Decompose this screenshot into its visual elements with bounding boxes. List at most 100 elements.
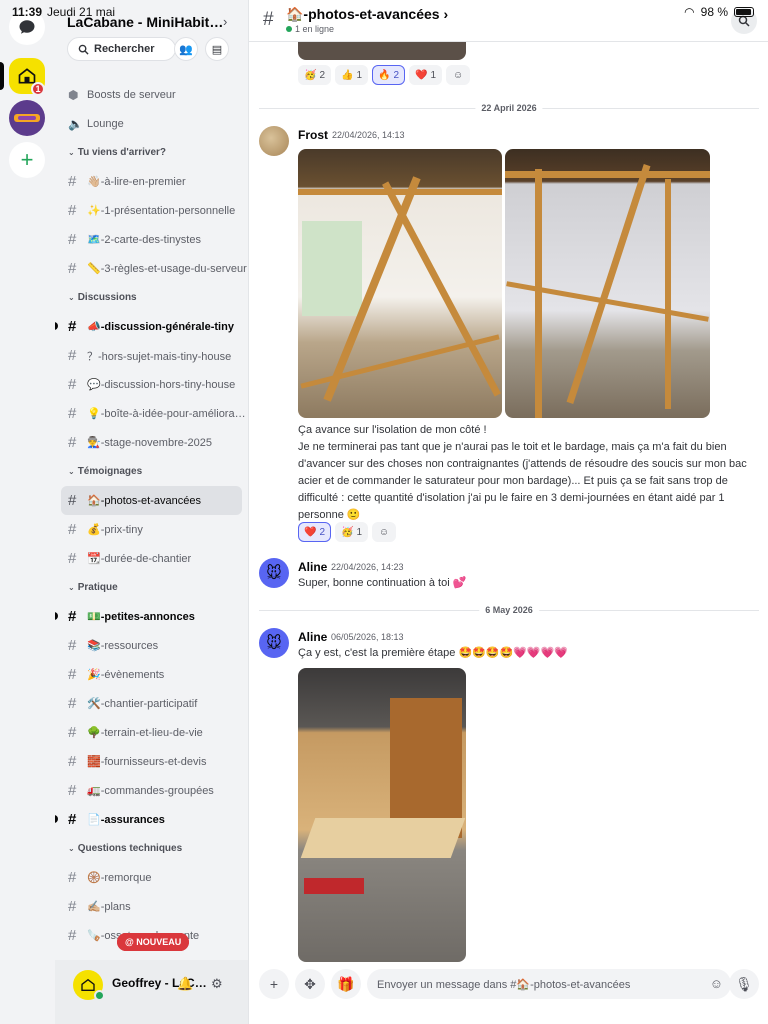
attachment-image[interactable] xyxy=(298,668,466,962)
channel-label: ✍🏼-plans xyxy=(87,901,131,913)
photo-tiny-house xyxy=(390,698,462,838)
avatar[interactable]: 🐭 xyxy=(259,628,289,658)
server-second[interactable] xyxy=(9,100,45,136)
category-header[interactable]: ⌄ Pratique xyxy=(55,573,248,602)
reaction-count: 2 xyxy=(393,69,400,81)
reaction-emoji: 🥳 xyxy=(304,69,317,81)
avatar[interactable]: 🐭 xyxy=(259,558,289,588)
voice-channel-lounge[interactable]: 🔈 Lounge xyxy=(55,109,248,138)
message-author[interactable]: Frost xyxy=(298,128,328,142)
reaction-count: 1 xyxy=(356,69,363,81)
hashtag-icon: # xyxy=(68,782,77,799)
photo-beam xyxy=(566,164,651,404)
hashtag-icon: # xyxy=(68,724,77,741)
channel-item[interactable]: # 🗺️-2-carte-des-tinystes xyxy=(55,225,248,254)
server-rail: 1 + xyxy=(0,0,55,1024)
photo-beam xyxy=(298,189,502,195)
server-boosts-label: Boosts de serveur xyxy=(87,88,176,101)
bell-icon[interactable]: 🔔 xyxy=(177,976,193,992)
channel-item[interactable]: # ✨-1-présentation-personnelle xyxy=(55,196,248,225)
add-server-button[interactable]: + xyxy=(9,142,45,178)
message-composer: + ✥ 🎁 Envoyer un message dans #🏠-photos-… xyxy=(249,962,768,1024)
attachment-image[interactable] xyxy=(505,149,710,418)
hashtag-icon: # xyxy=(68,434,77,451)
channel-item-active[interactable]: # 🏠-photos-et-avancées xyxy=(61,486,242,515)
channel-item[interactable]: # 💡-boîte-à-idée-pour-amélioration xyxy=(55,399,248,428)
reaction-button[interactable]: 👍 1 xyxy=(335,65,369,85)
channel-item-unread[interactable]: # 📣-discussion-générale-tiny xyxy=(55,312,248,341)
reaction-button[interactable]: 🥳 2 xyxy=(298,65,332,85)
hashtag-icon: # xyxy=(263,9,274,30)
channel-title[interactable]: 🏠-photos-et-avancées › xyxy=(286,6,448,23)
gear-icon[interactable]: ⚙ xyxy=(211,976,223,992)
attachment-image[interactable] xyxy=(298,149,502,418)
cabin-logo-icon xyxy=(81,978,95,991)
avatar[interactable] xyxy=(259,126,289,156)
chevron-down-icon: ⌄ xyxy=(68,844,75,853)
emoji-picker-icon[interactable]: ☺ xyxy=(710,976,723,991)
channel-item[interactable]: # 📚-ressources xyxy=(55,631,248,660)
channel-item[interactable]: # 🎉-évènements xyxy=(55,660,248,689)
channel-label: 📆-durée-de-chantier xyxy=(87,553,192,565)
events-button[interactable]: ▤ xyxy=(205,37,229,61)
channel-item[interactable]: # 💰-prix-tiny xyxy=(55,515,248,544)
channel-item[interactable]: # 🛞-remorque xyxy=(55,863,248,892)
channel-item[interactable]: # 🌳-terrain-et-lieu-de-vie xyxy=(55,718,248,747)
channel-label: 📄-assurances xyxy=(87,814,165,826)
search-button[interactable]: Rechercher xyxy=(67,37,176,61)
category-header[interactable]: ⌄ Tu viens d'arriver? xyxy=(55,138,248,167)
reaction-count: 1 xyxy=(430,69,437,81)
invite-members-button[interactable]: 👥 xyxy=(174,37,198,61)
message-input[interactable]: Envoyer un message dans #🏠-photos-et-ava… xyxy=(367,969,731,999)
channel-item[interactable]: # 💬-discussion-hors-tiny-house xyxy=(55,370,248,399)
channel-label: 👋🏼-à-lire-en-premier xyxy=(87,176,186,188)
category-header[interactable]: ⌄ Questions techniques xyxy=(55,834,248,863)
add-reaction-button[interactable]: ☺ xyxy=(372,522,397,542)
reaction-button[interactable]: 🥳 1 xyxy=(335,522,369,542)
channel-item[interactable]: # 🧱-fournisseurs-et-devis xyxy=(55,747,248,776)
message-text: Ça avance sur l'isolation de mon côté ! … xyxy=(298,424,747,521)
channel-sidebar: LaCabane - MiniHabitat... › Rechercher 👥… xyxy=(55,0,303,1024)
server-boosts-item[interactable]: ⬢ Boosts de serveur xyxy=(55,80,248,109)
channel-label: 👨‍🏭-stage-novembre-2025 xyxy=(87,437,212,449)
reaction-button[interactable]: ❤️ 1 xyxy=(409,65,443,85)
channel-item[interactable]: # 🚛-commandes-groupées xyxy=(55,776,248,805)
attachment-image[interactable] xyxy=(298,42,466,60)
channel-item[interactable]: # ✍🏼-plans xyxy=(55,892,248,921)
channel-item[interactable]: # ？-hors-sujet-mais-tiny-house xyxy=(55,341,248,370)
online-count-text: 1 en ligne xyxy=(295,24,335,34)
category-header[interactable]: ⌄ Discussions xyxy=(55,283,248,312)
reaction-count: 2 xyxy=(319,526,326,538)
channel-item[interactable]: # 👨‍🏭-stage-novembre-2025 xyxy=(55,428,248,457)
hashtag-icon: # xyxy=(68,869,77,886)
channel-item-unread[interactable]: # 📄-assurances xyxy=(55,805,248,834)
voice-message-button[interactable]: 🎙 xyxy=(729,969,759,999)
reaction-button[interactable]: ❤️ 2 xyxy=(298,522,332,542)
speaker-icon: 🔈 xyxy=(68,116,83,131)
add-reaction-button[interactable]: ☺ xyxy=(446,65,471,85)
hashtag-icon: # xyxy=(68,550,77,567)
smiley-icon: ☺ xyxy=(452,69,464,81)
photo-window xyxy=(302,221,362,316)
attach-button[interactable]: + xyxy=(259,969,289,999)
hashtag-icon: # xyxy=(68,260,77,277)
chat-panel: # 🏠-photos-et-avancées › 1 en ligne 🥳 2 👍… xyxy=(248,0,768,1024)
reaction-emoji: 🔥 xyxy=(378,69,391,81)
channel-item[interactable]: # 📆-durée-de-chantier xyxy=(55,544,248,573)
new-messages-badge[interactable]: @ NOUVEAU xyxy=(117,933,190,951)
active-server-pill xyxy=(0,62,4,90)
status-indicators: ◠ 98 % xyxy=(684,5,754,19)
gift-button[interactable]: 🎁 xyxy=(331,969,361,999)
channel-item-unread[interactable]: # 💵-petites-annonces xyxy=(55,602,248,631)
apps-button[interactable]: ✥ xyxy=(295,969,325,999)
category-header[interactable]: ⌄ Témoignages xyxy=(55,457,248,486)
channel-label: 📣-discussion-générale-tiny xyxy=(87,321,234,333)
channel-item[interactable]: # 👋🏼-à-lire-en-premier xyxy=(55,167,248,196)
message-author[interactable]: Aline xyxy=(298,630,327,644)
server-logo-icon xyxy=(14,114,40,122)
chevron-right-icon[interactable]: › xyxy=(223,14,227,29)
channel-item[interactable]: # 🛠️-chantier-participatif xyxy=(55,689,248,718)
reaction-button[interactable]: 🔥 2 xyxy=(372,65,406,85)
message-author[interactable]: Aline xyxy=(298,560,327,574)
channel-item[interactable]: # 📏-3-règles-et-usage-du-serveur xyxy=(55,254,248,283)
